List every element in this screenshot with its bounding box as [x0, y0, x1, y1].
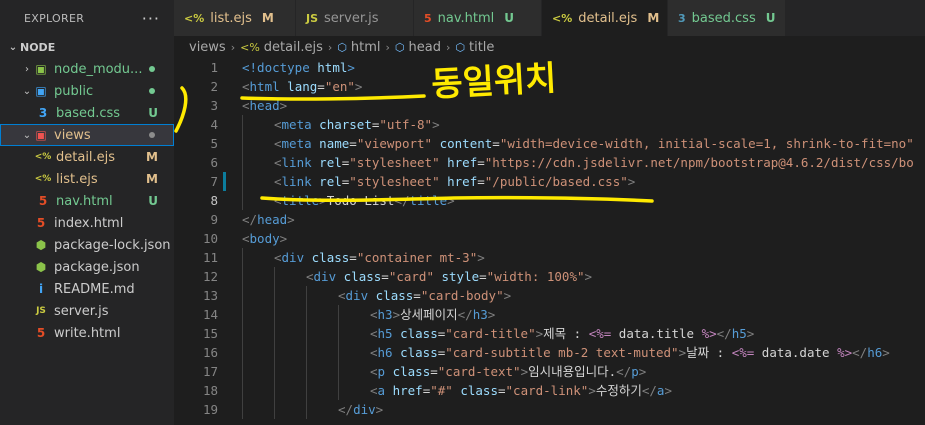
tree-item-label: server.js	[54, 303, 109, 319]
tree-item[interactable]: 5 nav.html U	[0, 190, 174, 212]
more-actions-icon[interactable]: ···	[142, 9, 160, 28]
breadcrumb-item[interactable]: title	[469, 40, 494, 55]
chevron-down-icon: ⌄	[22, 129, 32, 141]
html-file-icon: 5	[38, 194, 48, 208]
public-folder-icon: ▣	[35, 84, 47, 98]
node-folder-icon: ▣	[35, 62, 47, 76]
tab-git-badge: U	[765, 11, 776, 25]
tab-label: detail.ejs	[578, 10, 638, 26]
tree-root-label: NODE	[20, 40, 56, 54]
annotation-bracket	[174, 86, 188, 133]
ejs-file-icon: <%	[34, 174, 52, 184]
ejs-file-icon: <%	[240, 40, 260, 54]
tree-item[interactable]: › ▣ node_modu...	[0, 58, 174, 80]
tree-item[interactable]: JS server.js	[0, 300, 174, 322]
explorer-title: EXPLORER	[24, 11, 85, 25]
git-status-badge: U	[148, 106, 158, 120]
git-status-badge: U	[148, 194, 158, 208]
breadcrumb: views › <% detail.ejs › ⬡ html › ⬡ head › ⬡ title	[174, 36, 925, 58]
tree-item-label: node_modu...	[54, 61, 143, 77]
git-status-dot	[149, 88, 155, 94]
tree-item[interactable]: ⬢ package.json	[0, 256, 174, 278]
node-json-file-icon: ⬢	[35, 260, 47, 274]
breadcrumb-item[interactable]: views	[189, 40, 226, 55]
element-icon: ⬡	[455, 40, 465, 54]
tree-item[interactable]: ⬢ package-lock.json	[0, 234, 174, 256]
tree-item[interactable]: 5 write.html	[0, 322, 174, 344]
tab-label: nav.html	[437, 10, 495, 26]
tree-item-label: views	[54, 127, 91, 143]
javascript-file-icon: JS	[36, 306, 46, 316]
views-folder-icon: ▣	[35, 128, 47, 142]
tab-server-js[interactable]: JS server.js	[296, 0, 414, 36]
css-file-icon: 3	[38, 106, 48, 120]
breadcrumb-item[interactable]: head	[409, 40, 441, 55]
handwritten-annotation: 동일위치	[174, 58, 654, 203]
breadcrumb-item[interactable]: html	[351, 40, 381, 55]
element-icon: ⬡	[337, 40, 347, 54]
file-type-icon: JS	[306, 11, 319, 25]
breadcrumb-item[interactable]: detail.ejs	[264, 40, 323, 55]
annotation-underline-top	[240, 94, 426, 101]
tab-git-badge: U	[504, 11, 515, 25]
tab-nav-html[interactable]: 5 nav.html U	[414, 0, 542, 36]
editor-tabs: <% list.ejs M JS server.js 5 nav.html U <% detail…	[174, 0, 925, 36]
chevron-right-icon: ›	[230, 40, 236, 54]
tree-item[interactable]: <% detail.ejs M	[0, 146, 174, 168]
node-json-file-icon: ⬢	[35, 238, 47, 252]
tab-label: server.js	[324, 10, 379, 26]
file-type-icon: <%	[184, 11, 205, 25]
info-icon: i	[38, 282, 44, 296]
tree-item-label: based.css	[56, 105, 121, 121]
tab-git-badge: M	[261, 11, 274, 25]
tree-item-label: detail.ejs	[56, 149, 116, 165]
tree-item-label: nav.html	[56, 193, 113, 209]
tab-git-badge: M	[647, 11, 660, 25]
code-editor[interactable]: 19 </div> 18 <a href="#" class="card-link">…	[174, 58, 925, 425]
tab-label: based.css	[691, 10, 756, 26]
chevron-right-icon: ›	[385, 40, 390, 54]
file-type-icon: 3	[678, 11, 686, 25]
chevron-down-icon: ⌄	[8, 41, 18, 53]
tree-item-label: index.html	[54, 215, 124, 231]
tab-list-ejs[interactable]: <% list.ejs M	[174, 0, 296, 36]
chevron-down-icon: ⌄	[22, 85, 32, 97]
git-status-dot	[149, 66, 155, 72]
tree-item[interactable]: i README.md	[0, 278, 174, 300]
tree-item[interactable]: 5 index.html	[0, 212, 174, 234]
git-status-badge: M	[146, 172, 158, 186]
tree-item-label: write.html	[54, 325, 121, 341]
tree-item-label: list.ejs	[56, 171, 98, 187]
tab-based-css[interactable]: 3 based.css U	[668, 0, 786, 36]
chevron-right-icon: ›	[25, 63, 29, 75]
git-status-badge: M	[146, 150, 158, 164]
git-status-dot	[149, 132, 155, 138]
tree-root-node[interactable]: ⌄ NODE	[0, 36, 174, 58]
explorer-header: EXPLORER ···	[0, 0, 174, 36]
tree-item[interactable]: ⌄ ▣ public	[0, 80, 174, 102]
tree-item-label: README.md	[54, 281, 135, 297]
file-type-icon: <%	[552, 11, 573, 25]
explorer-sidebar: EXPLORER ··· ⌄ NODE › ▣ node_modu... ⌄ ▣ publ…	[0, 0, 174, 425]
chevron-right-icon: ›	[327, 40, 333, 54]
tab-label: list.ejs	[210, 10, 252, 26]
tree-item[interactable]: <% list.ejs M	[0, 168, 174, 190]
file-type-icon: 5	[424, 11, 432, 25]
tree-item-label: package-lock.json	[54, 237, 171, 253]
ejs-file-icon: <%	[34, 152, 52, 162]
tree-item-label: package.json	[54, 259, 140, 275]
tree-item[interactable]: ⌄ ▣ views	[0, 124, 174, 146]
file-tree: › ▣ node_modu... ⌄ ▣ public 3 based.css U ⌄ ▣ views…	[0, 58, 174, 344]
element-icon: ⬡	[394, 40, 405, 54]
tab-detail-ejs[interactable]: <%detail.ejsM×	[542, 0, 678, 36]
tree-item[interactable]: 3 based.css U	[0, 102, 174, 124]
chevron-right-icon: ›	[445, 40, 451, 54]
annotation-text: 동일위치	[430, 58, 557, 104]
annotation-underline-bottom	[260, 195, 654, 203]
html-file-icon: 5	[36, 326, 46, 340]
html-file-icon: 5	[36, 216, 46, 230]
tree-item-label: public	[54, 83, 94, 99]
